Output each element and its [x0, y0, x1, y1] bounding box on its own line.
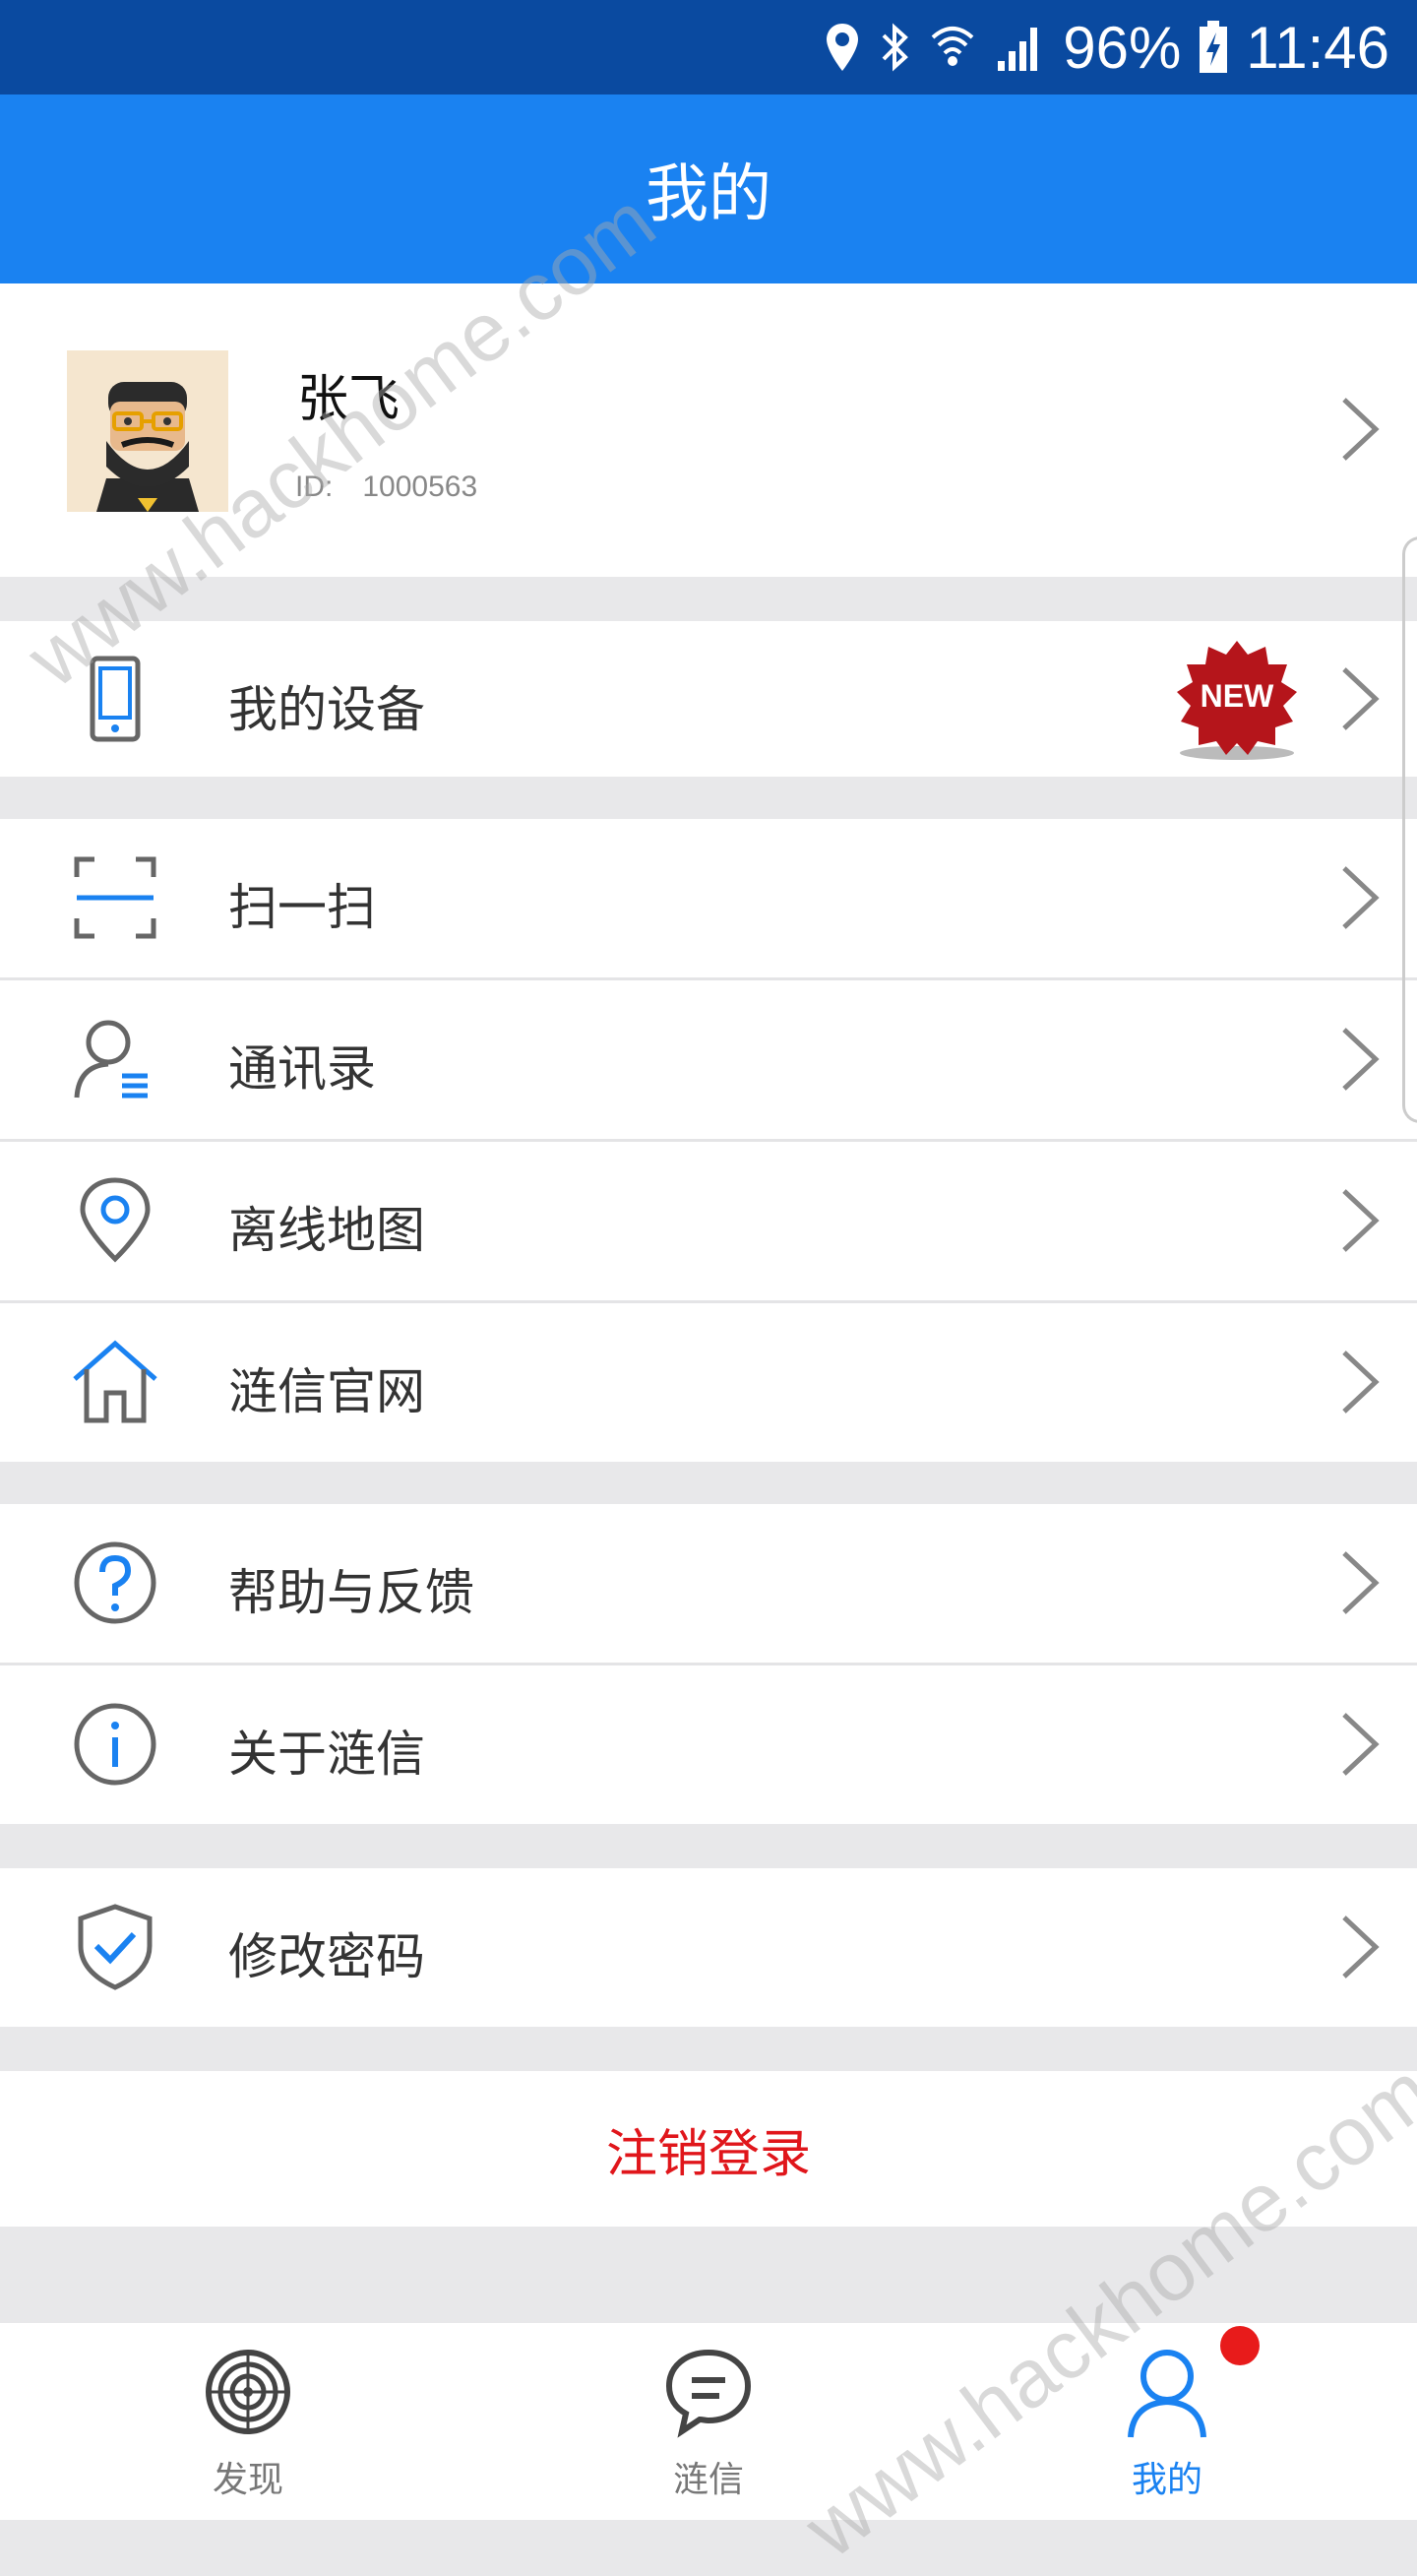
menu-item-label: 扫一扫 [228, 879, 376, 936]
chevron-right-icon [1342, 667, 1380, 730]
person-icon [1128, 2350, 1206, 2438]
app-header: 我的 [0, 94, 1417, 283]
chevron-right-icon [1342, 1189, 1380, 1252]
menu-item-scan[interactable]: 扫一扫 [0, 819, 1417, 977]
location-icon [827, 24, 859, 71]
notification-dot [1220, 2326, 1260, 2365]
new-badge-text: NEW [1200, 678, 1274, 714]
wifi-icon [931, 27, 974, 66]
menu-item-label: 通讯录 [228, 1040, 376, 1098]
profile-card[interactable]: 张飞 ID: 1000563 [0, 283, 1417, 577]
menu-item-offline-map[interactable]: 离线地图 [0, 1142, 1417, 1300]
menu-item-label: 修改密码 [228, 1928, 425, 1985]
tab-label: 涟信 [672, 2460, 744, 2500]
chevron-right-icon [1342, 1916, 1380, 1979]
status-indicators: 96% 11:46 [825, 0, 1389, 94]
clock: 11:46 [1246, 14, 1389, 81]
menu-item-label: 帮助与反馈 [228, 1564, 474, 1621]
contacts-icon [74, 1020, 148, 1099]
logout-label: 注销登录 [605, 2124, 811, 2184]
menu-item-label: 关于涟信 [228, 1726, 425, 1783]
battery-charging-icon [1200, 21, 1228, 73]
shield-check-icon [78, 1904, 153, 1990]
map-pin-icon [80, 1177, 151, 1263]
menu-item-website[interactable]: 涟信官网 [0, 1303, 1417, 1462]
chevron-right-icon [1342, 398, 1380, 461]
signal-icon [998, 28, 1038, 71]
avatar [67, 350, 228, 512]
user-id: ID: 1000563 [295, 471, 477, 504]
tab-discover[interactable]: 发现 [100, 2323, 396, 2520]
side-drawer-handle[interactable] [1402, 536, 1417, 1123]
tab-messages[interactable]: 涟信 [561, 2323, 856, 2520]
tab-me[interactable]: 我的 [1019, 2323, 1315, 2520]
info-icon [74, 1703, 156, 1786]
user-id-value: 1000563 [362, 471, 478, 503]
tab-label: 发现 [212, 2460, 283, 2500]
chevron-right-icon [1342, 1551, 1380, 1614]
status-bar: 96% 11:46 [0, 0, 1417, 94]
menu-item-change-password[interactable]: 修改密码 [0, 1868, 1417, 2027]
menu-item-about[interactable]: 关于涟信 [0, 1665, 1417, 1824]
menu-item-label: 离线地图 [228, 1202, 425, 1259]
scan-icon [74, 856, 156, 939]
user-id-label: ID: [295, 471, 334, 503]
menu-item-label: 我的设备 [228, 681, 425, 738]
chat-bubble-icon [665, 2349, 752, 2438]
phone-icon [90, 656, 141, 742]
user-name: 张飞 [297, 370, 400, 429]
logout-button[interactable]: 注销登录 [0, 2071, 1417, 2227]
chevron-right-icon [1342, 1028, 1380, 1091]
chevron-right-icon [1342, 1351, 1380, 1414]
help-icon [74, 1541, 156, 1624]
bluetooth-icon [882, 23, 909, 72]
menu-item-label: 涟信官网 [228, 1363, 425, 1420]
page-title: 我的 [646, 158, 771, 231]
chevron-right-icon [1342, 1713, 1380, 1776]
menu-item-help[interactable]: 帮助与反馈 [0, 1504, 1417, 1663]
bottom-nav: 发现 涟信 我的 [0, 2323, 1417, 2520]
new-badge: NEW [1173, 637, 1301, 763]
home-icon [73, 1340, 157, 1423]
target-icon [206, 2350, 290, 2434]
menu-item-contacts[interactable]: 通讯录 [0, 980, 1417, 1139]
tab-label: 我的 [1131, 2460, 1202, 2500]
menu-item-my-device[interactable]: 我的设备 NEW [0, 621, 1417, 777]
chevron-right-icon [1342, 866, 1380, 929]
battery-percent: 96% [1063, 14, 1182, 81]
